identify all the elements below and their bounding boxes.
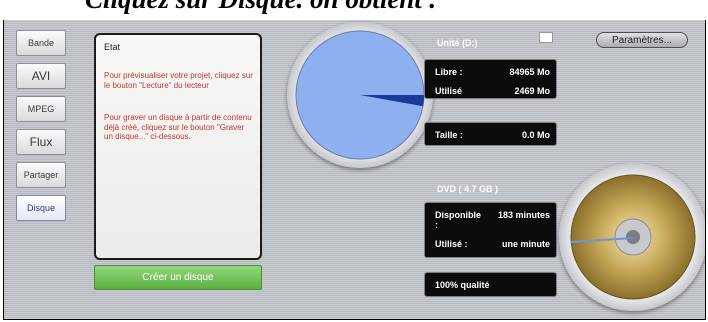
dvd-stats-box: Disponible : 183 minutes Utilisé : une m… bbox=[424, 202, 557, 258]
size-label: Taille : bbox=[435, 130, 463, 140]
tab-disque[interactable]: Disque bbox=[16, 195, 66, 221]
dvd-disc-icon bbox=[570, 174, 696, 300]
unit-stats-box: Libre : 84965 Mo Utilisé 2469 Mo bbox=[424, 59, 557, 99]
free-value: 84965 Mo bbox=[509, 67, 550, 77]
unit-title: Unité (D:) bbox=[437, 38, 478, 48]
quality-label: 100% qualité bbox=[435, 280, 490, 290]
used-label: Utilisé bbox=[435, 86, 463, 96]
used-value: 2469 Mo bbox=[514, 86, 550, 96]
disk-usage-gauge bbox=[287, 22, 433, 168]
dvd-used-label: Utilisé : bbox=[435, 239, 468, 249]
tab-bande[interactable]: Bande bbox=[16, 30, 66, 56]
state-paragraph-burn: Pour graver un disque à partir de conten… bbox=[104, 113, 252, 141]
dvd-hole bbox=[626, 230, 640, 244]
tab-flux[interactable]: Flux bbox=[16, 129, 66, 155]
folder-icon[interactable] bbox=[539, 32, 553, 43]
free-label: Libre : bbox=[435, 67, 463, 77]
disk-usage-pie bbox=[295, 30, 425, 160]
document-caption: Cliquez sur Disque. on obtient : bbox=[85, 0, 438, 15]
available-value: 183 minutes bbox=[497, 210, 550, 220]
tab-partager[interactable]: Partager bbox=[16, 162, 66, 188]
state-paragraph-preview: Pour prévisualiser votre projet, cliquez… bbox=[104, 71, 253, 90]
state-panel: Etat Pour prévisualiser votre projet, cl… bbox=[94, 33, 262, 260]
size-value: 0.0 Mo bbox=[521, 130, 550, 140]
create-disc-button[interactable]: Créer un disque bbox=[94, 265, 262, 290]
dvd-disc-gauge bbox=[559, 163, 705, 311]
available-label: Disponible : bbox=[435, 210, 482, 230]
create-disc-label: Créer un disque bbox=[142, 272, 214, 283]
state-title: Etat bbox=[104, 42, 121, 52]
tab-mpeg[interactable]: MPEG bbox=[16, 96, 66, 122]
dvd-title: DVD ( 4.7 GB ) bbox=[437, 184, 499, 194]
app-window: Bande AVI MPEG Flux Partager Disque Etat… bbox=[3, 20, 706, 320]
settings-label: Paramètres... bbox=[611, 34, 673, 46]
tab-avi[interactable]: AVI bbox=[16, 63, 66, 89]
dvd-quality-box: 100% qualité bbox=[424, 272, 557, 297]
dvd-used-value: une minute bbox=[501, 239, 550, 249]
settings-button[interactable]: Paramètres... bbox=[596, 32, 688, 48]
unit-size-box: Taille : 0.0 Mo bbox=[424, 122, 557, 146]
